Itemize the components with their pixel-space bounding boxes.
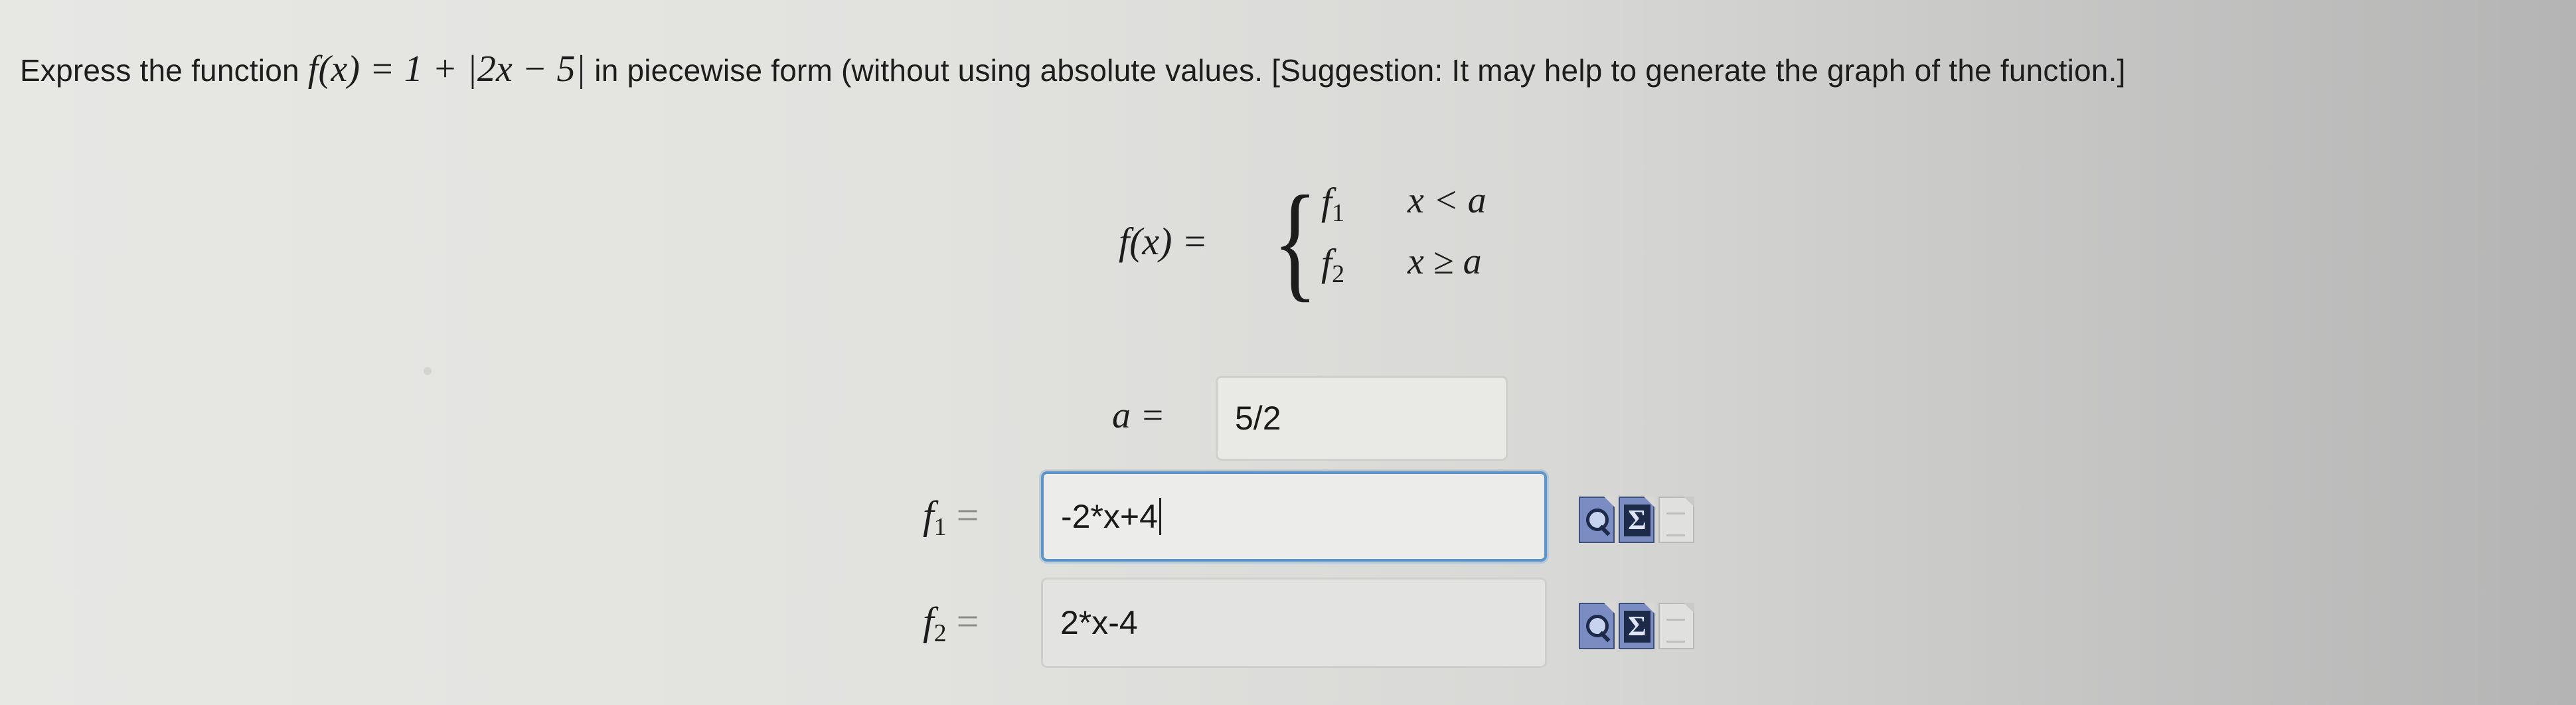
- decorative-dot: [424, 367, 432, 375]
- piecewise-lhs: f(x) =: [1119, 220, 1208, 263]
- f1-label: f1 =: [923, 493, 979, 541]
- f2-tools: Σ: [1579, 603, 1694, 649]
- help-document-icon[interactable]: [1658, 497, 1694, 543]
- f2-answer-row: f2 = 2*x-4 Σ: [923, 578, 1786, 677]
- question-prefix: Express the function: [20, 53, 308, 88]
- f2-label: f2 =: [923, 599, 979, 647]
- preview-icon[interactable]: [1579, 603, 1615, 649]
- question-function: f(x) = 1 + |2x − 5|: [307, 48, 586, 90]
- f1-answer-value: -2*x+4: [1061, 498, 1158, 535]
- f1-answer-row: f1 = -2*x+4 Σ: [923, 471, 1786, 571]
- piecewise-row2-condition: x ≥ a: [1408, 241, 1482, 282]
- f2-answer-value: 2*x-4: [1060, 604, 1138, 641]
- text-caret: [1159, 498, 1161, 535]
- piecewise-row1-condition: x < a: [1408, 180, 1487, 221]
- a-answer-input[interactable]: 5/2: [1216, 376, 1508, 461]
- piecewise-brace: {: [1273, 169, 1318, 313]
- f1-answer-input[interactable]: -2*x+4: [1041, 471, 1547, 562]
- question-text: Express the function f(x) = 1 + |2x − 5|…: [20, 48, 2556, 90]
- preview-icon[interactable]: [1579, 497, 1615, 543]
- question-suffix: in piecewise form (without using absolut…: [586, 53, 2126, 88]
- a-label: a =: [1112, 395, 1165, 436]
- piecewise-row2-func: f2: [1321, 241, 1345, 288]
- syntax-sigma-icon[interactable]: Σ: [1619, 603, 1654, 649]
- f2-answer-input[interactable]: 2*x-4: [1041, 578, 1547, 668]
- help-document-icon[interactable]: [1658, 603, 1694, 649]
- syntax-sigma-icon[interactable]: Σ: [1619, 497, 1654, 543]
- piecewise-row1-func: f1: [1321, 180, 1345, 227]
- a-answer-value: 5/2: [1235, 400, 1281, 437]
- f1-tools: Σ: [1579, 497, 1694, 543]
